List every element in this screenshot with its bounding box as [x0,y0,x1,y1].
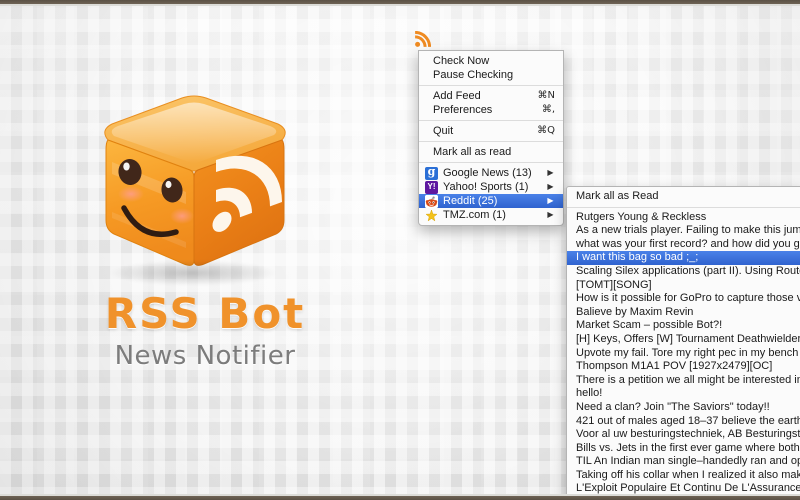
menu-feed-tmz[interactable]: TMZ.com (1) ▶ [419,208,563,222]
menu-item-shortcut: ⌘Q [537,125,555,136]
google-favicon [425,166,438,180]
wordmark: RSS Bot News Notifier [60,290,350,372]
rss-cube-smiley-icon [90,92,300,292]
submenu-item[interactable]: There is a petition we all might be inte… [567,374,800,388]
menu-item-shortcut: ⌘N [537,90,555,101]
menu-separator [419,120,563,121]
submenu-mark-all-as-read[interactable]: Mark all as Read [567,190,800,204]
menu-item-mark-all-as-read[interactable]: Mark all as read [419,145,563,159]
submenu-item[interactable]: Taking off his collar when I realized it… [567,469,800,483]
submenu-item[interactable]: [TOMT][SONG] [567,279,800,293]
menu-item-add-feed[interactable]: Add Feed ⌘N [419,89,563,103]
menu-feed-label: Yahoo! Sports (1) [443,181,529,193]
page-title: RSS Bot [104,289,306,338]
app-subtitle: News Notifier [114,341,296,371]
chevron-right-icon: ▶ [547,196,554,205]
menu-item-check-now[interactable]: Check Now [419,54,563,68]
menu-feed-yahoo-sports[interactable]: Yahoo! Sports (1) ▶ [419,180,563,194]
submenu-item[interactable]: 421 out of males aged 18–37 believe the … [567,415,800,429]
reddit-alien-icon [425,194,438,208]
submenu-item[interactable]: Balieve by Maxim Revin [567,306,800,320]
menu-item-label: Pause Checking [433,69,514,81]
submenu-item[interactable]: what was your first record? and how did … [567,238,800,252]
submenu-item[interactable]: [H] Keys, Offers [W] Tournament Deathwie… [567,333,800,347]
menu-feed-google-news[interactable]: Google News (13) ▶ [419,166,563,180]
submenu-item[interactable]: Scaling Silex applications (part II). Us… [567,265,800,279]
submenu-item[interactable]: Thompson M1A1 POV [1927x2479][OC] [567,360,800,374]
tmz-star-icon [425,208,438,222]
menu-feed-label: Google News (13) [443,167,532,179]
menu-item-label: Check Now [433,55,490,67]
app-branding: RSS Bot News Notifier [60,92,350,392]
submenu-item[interactable]: hello! [567,387,800,401]
menu-item-label: Quit [433,125,454,137]
chevron-right-icon: ▶ [547,182,554,191]
yahoo-favicon [425,180,438,194]
menu-item-pause-checking[interactable]: Pause Checking [419,68,563,82]
menu-item-shortcut: ⌘, [541,104,555,115]
submenu-item[interactable]: Upvote my fail. Tore my right pec in my … [567,347,800,361]
submenu-separator [567,206,800,208]
submenu-item[interactable]: How is it possible for GoPro to capture … [567,292,800,306]
rss-bot-dropdown-menu[interactable]: Check Now Pause Checking Add Feed ⌘N Pre… [418,50,564,226]
chevron-right-icon: ▶ [547,168,554,177]
submenu-item[interactable]: I want this bag so bad ;_; [567,251,800,265]
menu-feed-label: Reddit (25) [443,195,498,207]
submenu-item[interactable]: Rutgers Young & Reckless [567,211,800,225]
submenu-item[interactable]: Bills vs. Jets in the first ever game wh… [567,442,800,456]
window-chrome-top [0,0,800,4]
menubar-rss-icon[interactable] [410,28,434,50]
rss-icon [414,30,431,47]
menu-item-preferences[interactable]: Preferences ⌘, [419,103,563,117]
menu-separator [419,85,563,86]
submenu-item[interactable]: Market Scam – possible Bot?! [567,319,800,333]
cube-shadow [108,260,278,286]
reddit-feed-submenu[interactable]: Mark all as Read Rutgers Young & Reckles… [566,186,800,500]
window-chrome-bottom [0,496,800,500]
chevron-right-icon: ▶ [547,210,554,219]
tmz-favicon [425,208,438,222]
reddit-favicon [425,194,438,208]
menu-separator [419,162,563,163]
window-chrome-top-inner [0,4,800,6]
menu-item-quit[interactable]: Quit ⌘Q [419,124,563,138]
submenu-item[interactable]: Voor al uw besturingstechniek, AB Bestur… [567,428,800,442]
submenu-item[interactable]: TIL An Indian man single–handedly ran an… [567,455,800,469]
menu-item-label: Add Feed [433,90,481,102]
menu-feed-label: TMZ.com (1) [443,209,506,221]
submenu-item[interactable]: Need a clan? Join "The Saviors" today!! [567,401,800,415]
submenu-item-list: Rutgers Young & Reckless As a new trials … [567,211,800,500]
menu-item-label: Preferences [433,104,493,116]
submenu-item[interactable]: As a new trials player. Failing to make … [567,224,800,238]
menu-item-label: Mark all as read [433,146,512,158]
menu-separator [419,141,563,142]
menu-feed-reddit[interactable]: Reddit (25) ▶ [419,194,563,208]
